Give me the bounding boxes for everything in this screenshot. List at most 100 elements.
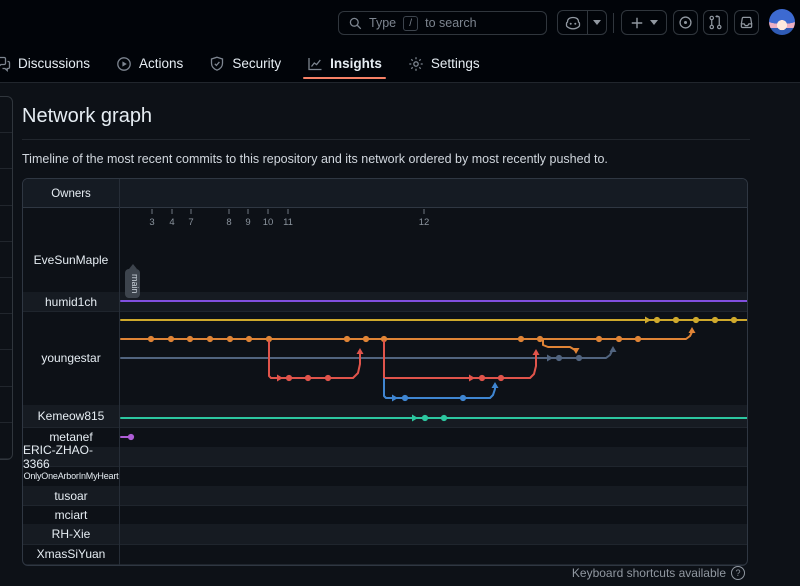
commit-dot[interactable] xyxy=(363,336,369,342)
commit-dot[interactable] xyxy=(422,415,428,421)
git-pull-request-icon xyxy=(708,15,723,30)
branch-arrow xyxy=(533,349,540,355)
commit-dot[interactable] xyxy=(498,375,504,381)
commit-dot[interactable] xyxy=(246,336,252,342)
axis-tick-label: 4 xyxy=(169,217,174,228)
commit-dot[interactable] xyxy=(556,355,562,361)
branch-line-orange-sub-branch xyxy=(543,340,575,350)
commit-dot[interactable] xyxy=(616,336,622,342)
branch-arrow xyxy=(357,348,364,354)
tab-label: Insights xyxy=(330,56,382,71)
sidebar-item[interactable] xyxy=(0,97,12,133)
avatar[interactable] xyxy=(769,9,795,35)
sidebar-item[interactable] xyxy=(0,387,12,423)
tab-label: Discussions xyxy=(18,56,90,71)
inbox-icon xyxy=(739,15,754,30)
title-divider xyxy=(22,139,750,140)
sidebar-item[interactable] xyxy=(0,169,12,205)
tab-discussions[interactable]: Discussions xyxy=(0,45,90,82)
search-input[interactable]: Type / to search xyxy=(338,11,547,35)
gear-icon xyxy=(408,56,424,72)
inbox-button[interactable] xyxy=(734,10,759,35)
commit-dot[interactable] xyxy=(441,415,447,421)
branch-arrow xyxy=(645,317,651,324)
branch-arrow xyxy=(573,348,580,354)
tab-security[interactable]: Security xyxy=(209,45,281,82)
slash-key-hint: / xyxy=(403,16,418,31)
issue-opened-icon xyxy=(678,15,693,30)
sidebar-item[interactable] xyxy=(0,242,12,278)
commit-dot[interactable] xyxy=(168,336,174,342)
tab-insights[interactable]: Insights xyxy=(307,45,382,82)
commit-dot[interactable] xyxy=(596,336,602,342)
commit-dot[interactable] xyxy=(731,317,737,323)
commit-dot[interactable] xyxy=(479,375,485,381)
copilot-menu-chevron[interactable] xyxy=(588,20,606,25)
commit-dot[interactable] xyxy=(654,317,660,323)
branch-line-blue-branch xyxy=(384,379,495,398)
sidebar-item[interactable] xyxy=(0,206,12,242)
commit-dot[interactable] xyxy=(460,395,466,401)
tab-settings[interactable]: Settings xyxy=(408,45,480,82)
commit-dot[interactable] xyxy=(187,336,193,342)
insights-sidebar-partial[interactable] xyxy=(0,96,13,460)
commit-dot[interactable] xyxy=(712,317,718,323)
network-svg: 34789101112 xyxy=(23,179,748,566)
commit-dot[interactable] xyxy=(693,317,699,323)
branch-arrow xyxy=(469,375,475,382)
sidebar-item[interactable] xyxy=(0,423,12,459)
play-icon xyxy=(116,56,132,72)
plus-icon xyxy=(630,16,644,30)
branch-line-red-branch-2 xyxy=(384,341,536,378)
branch-arrow xyxy=(547,355,553,362)
axis-tick-label: 10 xyxy=(263,217,274,228)
header-separator xyxy=(613,13,614,33)
sidebar-item[interactable] xyxy=(0,133,12,169)
commit-dot[interactable] xyxy=(576,355,582,361)
keyboard-shortcuts-note[interactable]: Keyboard shortcuts available ? xyxy=(572,566,745,580)
commit-dot[interactable] xyxy=(673,317,679,323)
page-title: Network graph xyxy=(22,105,152,128)
branch-arrow xyxy=(412,415,418,422)
tab-label: Actions xyxy=(139,56,183,71)
issues-button[interactable] xyxy=(673,10,698,35)
commit-dot[interactable] xyxy=(402,395,408,401)
graph-icon xyxy=(307,56,323,72)
branch-arrow xyxy=(277,375,283,382)
create-new-button[interactable] xyxy=(621,10,667,35)
app-header: Type / to search xyxy=(0,0,800,45)
commit-dot[interactable] xyxy=(128,434,134,440)
commit-dot[interactable] xyxy=(344,336,350,342)
tab-label: Security xyxy=(232,56,281,71)
branch-arrow xyxy=(610,346,617,352)
comment-discussion-icon xyxy=(0,56,11,72)
branch-arrow xyxy=(392,395,398,402)
pull-requests-button[interactable] xyxy=(703,10,728,35)
tab-label: Settings xyxy=(431,56,480,71)
axis-tick-label: 8 xyxy=(226,217,231,228)
chevron-down-icon xyxy=(593,20,601,25)
keyboard-shortcuts-text: Keyboard shortcuts available xyxy=(572,566,726,580)
tab-actions[interactable]: Actions xyxy=(116,45,183,82)
page-description: Timeline of the most recent commits to t… xyxy=(22,152,608,166)
axis-tick-label: 12 xyxy=(419,217,430,228)
sidebar-item[interactable] xyxy=(0,350,12,386)
sidebar-item[interactable] xyxy=(0,278,12,314)
commit-dot[interactable] xyxy=(325,375,331,381)
commit-dot[interactable] xyxy=(148,336,154,342)
axis-tick-label: 7 xyxy=(188,217,193,228)
branch-line-red-branch-1 xyxy=(269,341,360,378)
search-placeholder-suffix: to search xyxy=(425,16,476,30)
copilot-button[interactable] xyxy=(557,10,607,35)
branch-arrow xyxy=(689,327,696,333)
axis-tick-label: 3 xyxy=(149,217,154,228)
commit-dot[interactable] xyxy=(305,375,311,381)
commit-dot[interactable] xyxy=(518,336,524,342)
main-branch-tag: main xyxy=(125,269,140,298)
commit-dot[interactable] xyxy=(227,336,233,342)
commit-dot[interactable] xyxy=(635,336,641,342)
commit-dot[interactable] xyxy=(207,336,213,342)
branch-arrow xyxy=(492,382,499,388)
sidebar-item[interactable] xyxy=(0,314,12,350)
commit-dot[interactable] xyxy=(286,375,292,381)
